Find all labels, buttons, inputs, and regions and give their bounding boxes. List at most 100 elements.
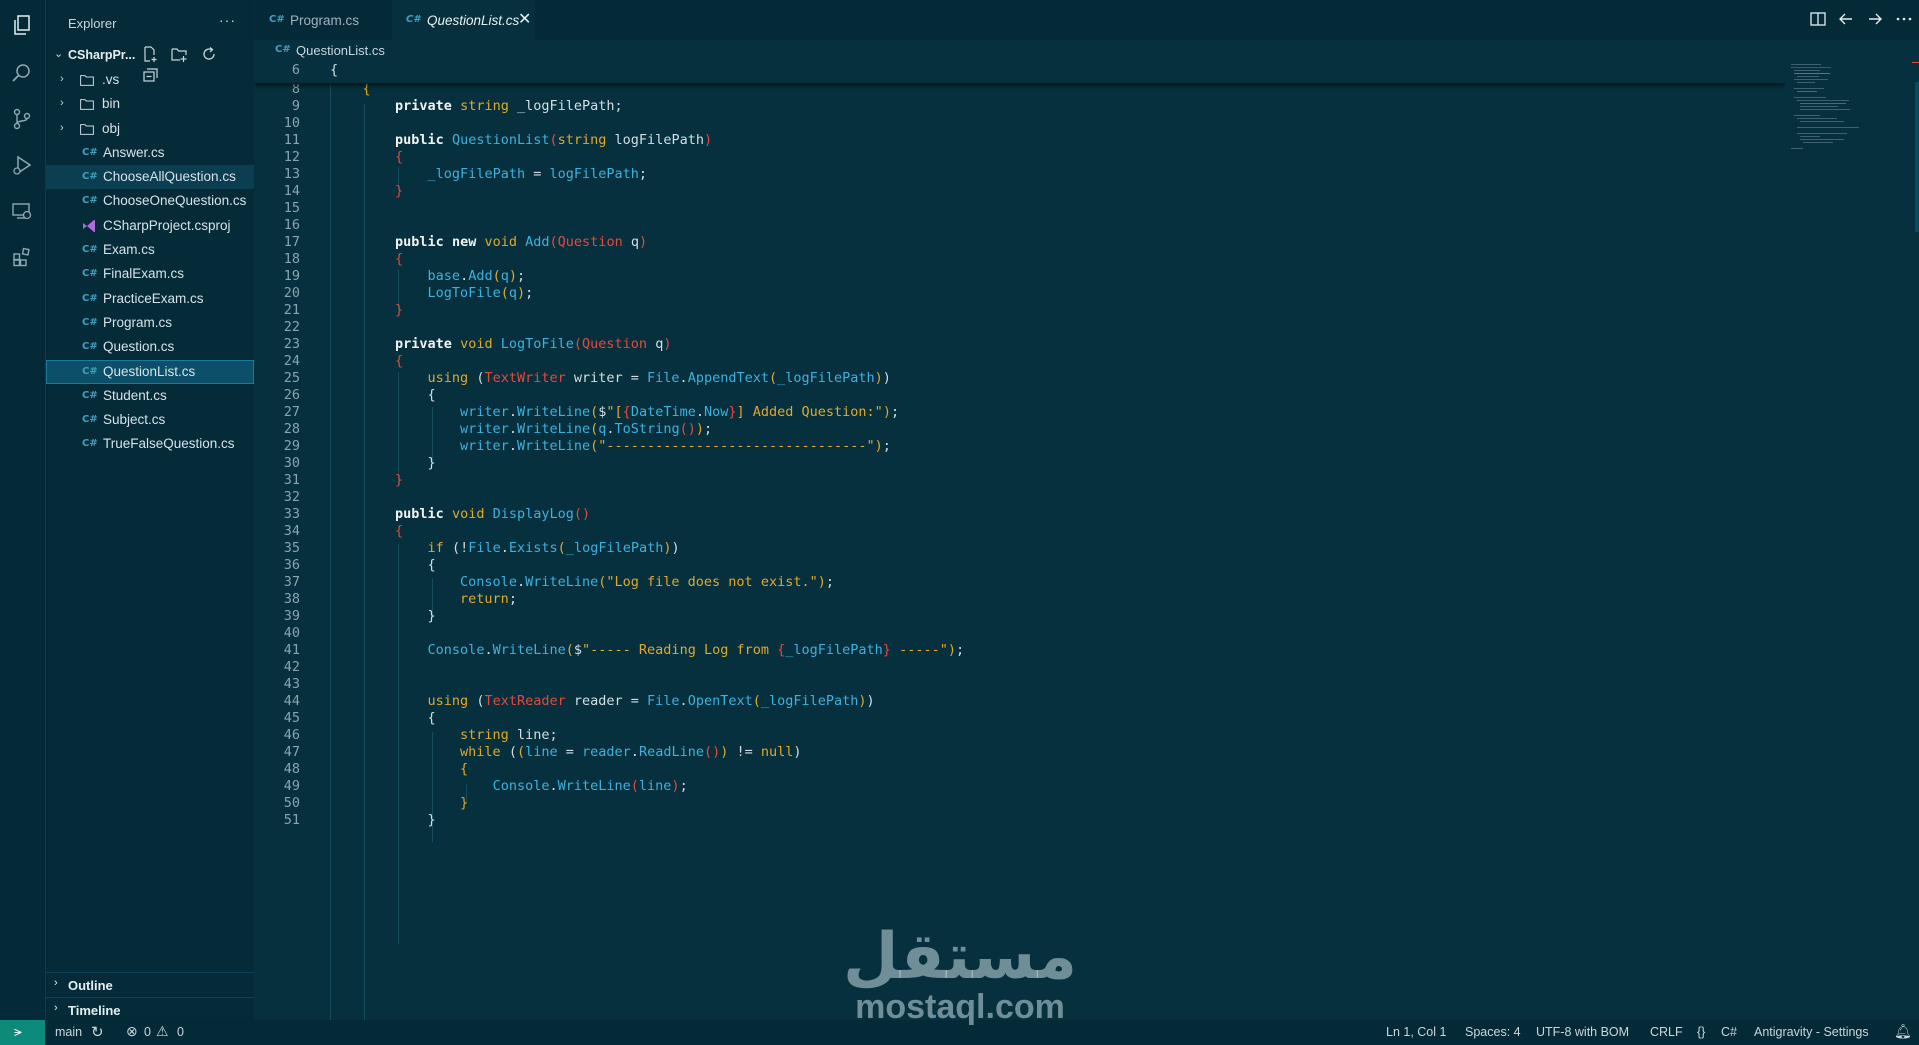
line-number: 44	[283, 693, 300, 709]
minimap[interactable]	[1785, 62, 1919, 1020]
sync-icon[interactable]: ↻	[91, 1023, 104, 1041]
outline-panel[interactable]: › Outline	[46, 972, 254, 997]
tree-item-label: ChooseOneQuestion.cs	[103, 193, 247, 209]
extension-status[interactable]: Antigravity - Settings	[1754, 1025, 1869, 1039]
run-debug-icon[interactable]	[11, 154, 33, 176]
csharp-file-icon: C#	[82, 171, 98, 183]
chevron-right-icon: ›	[60, 97, 64, 110]
cursor-position[interactable]: Ln 1, Col 1	[1386, 1025, 1446, 1039]
explorer-icon[interactable]	[11, 14, 33, 36]
csharp-file-icon: C#	[269, 14, 285, 25]
line-number: 49	[283, 778, 300, 794]
chevron-right-icon: ›	[60, 73, 64, 85]
more-actions-icon[interactable]	[1895, 10, 1913, 28]
csharp-file-icon: C#	[82, 316, 98, 328]
tree-item-label: Subject.cs	[103, 412, 166, 428]
timeline-panel[interactable]: › Timeline	[46, 997, 254, 1022]
tree-file-question[interactable]: C# Question.cs	[46, 335, 254, 359]
tree-item-label: QuestionList.cs	[103, 363, 196, 379]
new-file-icon[interactable]	[142, 46, 158, 62]
code-line: }	[427, 608, 436, 624]
line-number: 15	[283, 200, 300, 216]
tree-file-truefalsequestion[interactable]: C# TrueFalseQuestion.cs	[46, 432, 254, 456]
line-number: 16	[283, 217, 300, 233]
line-number: 23	[283, 336, 300, 352]
code-line: string line;	[460, 727, 558, 743]
search-icon[interactable]	[11, 62, 33, 84]
tree-file-chooseallquestion[interactable]: C# ChooseAllQuestion.cs	[46, 165, 254, 190]
code-line: using (TextWriter writer = File.AppendTe…	[427, 370, 891, 386]
branch-name[interactable]: main	[55, 1025, 82, 1039]
code-line: {	[330, 62, 339, 78]
csharp-file-icon: C#	[82, 146, 98, 158]
notification-bell-icon[interactable]: 🔔︎	[1894, 1023, 1912, 1040]
new-folder-icon[interactable]	[171, 46, 188, 62]
end-of-line[interactable]: CRLF	[1650, 1025, 1683, 1039]
line-number: 24	[283, 353, 300, 369]
tree-folder-bin[interactable]: › bin	[46, 92, 254, 116]
tab-label: Program.cs	[290, 13, 360, 28]
code-line: {	[427, 557, 436, 573]
remote-indicator[interactable]: ⪫	[0, 1020, 45, 1045]
code-line: }	[427, 455, 436, 471]
breadcrumb-file[interactable]: QuestionList.cs	[296, 43, 385, 58]
line-number: 27	[283, 404, 300, 420]
tree-item-label: CSharpProject.csproj	[103, 217, 231, 233]
warning-icon[interactable]: ⚠	[156, 1023, 169, 1040]
tree-file-exam[interactable]: C# Exam.cs	[46, 238, 254, 262]
line-number: 32	[283, 489, 300, 505]
more-actions-icon[interactable]: ···	[219, 12, 236, 28]
encoding[interactable]: UTF-8 with BOM	[1536, 1025, 1629, 1039]
braces-icon[interactable]: {}	[1697, 1025, 1705, 1039]
code-editor[interactable]: 6{ 7 public class QuestionList : List<Qu…	[255, 62, 1785, 1020]
source-control-icon[interactable]	[11, 108, 33, 130]
watermark-arabic: مستقل	[842, 920, 1078, 994]
csharp-file-icon: C#	[82, 268, 98, 280]
line-number: 47	[283, 744, 300, 760]
code-line: writer.WriteLine($"[{DateTime.Now}] Adde…	[460, 404, 900, 420]
line-number: 26	[283, 387, 300, 403]
tab-questionlist[interactable]: C# QuestionList.cs ✕	[392, 0, 535, 40]
warning-count[interactable]: 0	[177, 1025, 184, 1039]
project-root[interactable]: ⌄ CSharpPr...	[46, 45, 254, 82]
csharp-file-icon: C#	[82, 292, 98, 304]
tree-file-practiceexam[interactable]: C# PracticeExam.cs	[46, 287, 254, 311]
remote-explorer-icon[interactable]	[11, 200, 33, 222]
tab-program[interactable]: C# Program.cs	[255, 0, 390, 40]
tree-item-label: TrueFalseQuestion.cs	[103, 436, 235, 452]
editor-actions	[1809, 10, 1919, 30]
tree-file-csproj[interactable]: CSharpProject.csproj	[46, 214, 254, 238]
code-line: public QuestionList(string logFilePath)	[395, 132, 713, 148]
tree-folder-obj[interactable]: › obj	[46, 117, 254, 141]
line-number: 13	[283, 166, 300, 182]
line-number: 46	[283, 727, 300, 743]
csharp-file-icon: C#	[82, 389, 98, 401]
language-mode[interactable]: C#	[1721, 1025, 1737, 1039]
tree-file-finalexam[interactable]: C# FinalExam.cs	[46, 262, 254, 286]
sticky-scroll-header[interactable]: 6{	[255, 62, 1785, 84]
csharp-file-icon: C#	[275, 44, 291, 55]
tree-file-answer[interactable]: C# Answer.cs	[46, 141, 254, 165]
tree-file-questionlist[interactable]: C# QuestionList.cs	[46, 359, 254, 384]
tree-item-label: Question.cs	[103, 339, 175, 355]
line-number: 51	[283, 812, 300, 828]
folder-icon	[80, 74, 94, 86]
tree-folder-vs[interactable]: › .vs	[46, 68, 254, 92]
line-number: 41	[283, 642, 300, 658]
tree-item-label: FinalExam.cs	[103, 266, 185, 282]
arrow-right-icon[interactable]	[1866, 10, 1884, 28]
tree-file-subject[interactable]: C# Subject.cs	[46, 408, 254, 432]
refresh-icon[interactable]	[201, 46, 217, 62]
tree-file-student[interactable]: C# Student.cs	[46, 384, 254, 408]
split-editor-icon[interactable]	[1809, 10, 1827, 28]
indentation[interactable]: Spaces: 4	[1465, 1025, 1521, 1039]
close-icon[interactable]: ✕	[518, 9, 531, 29]
extensions-icon[interactable]	[11, 246, 33, 268]
tree-file-chooseonequestion[interactable]: C# ChooseOneQuestion.cs	[46, 189, 254, 213]
error-count[interactable]: 0	[144, 1025, 151, 1039]
error-icon[interactable]: ⊗	[126, 1023, 138, 1040]
tree-file-program[interactable]: C# Program.cs	[46, 311, 254, 335]
line-number: 42	[283, 659, 300, 675]
arrow-left-icon[interactable]	[1837, 10, 1855, 28]
code-line: writer.WriteLine("----------------------…	[460, 438, 891, 454]
